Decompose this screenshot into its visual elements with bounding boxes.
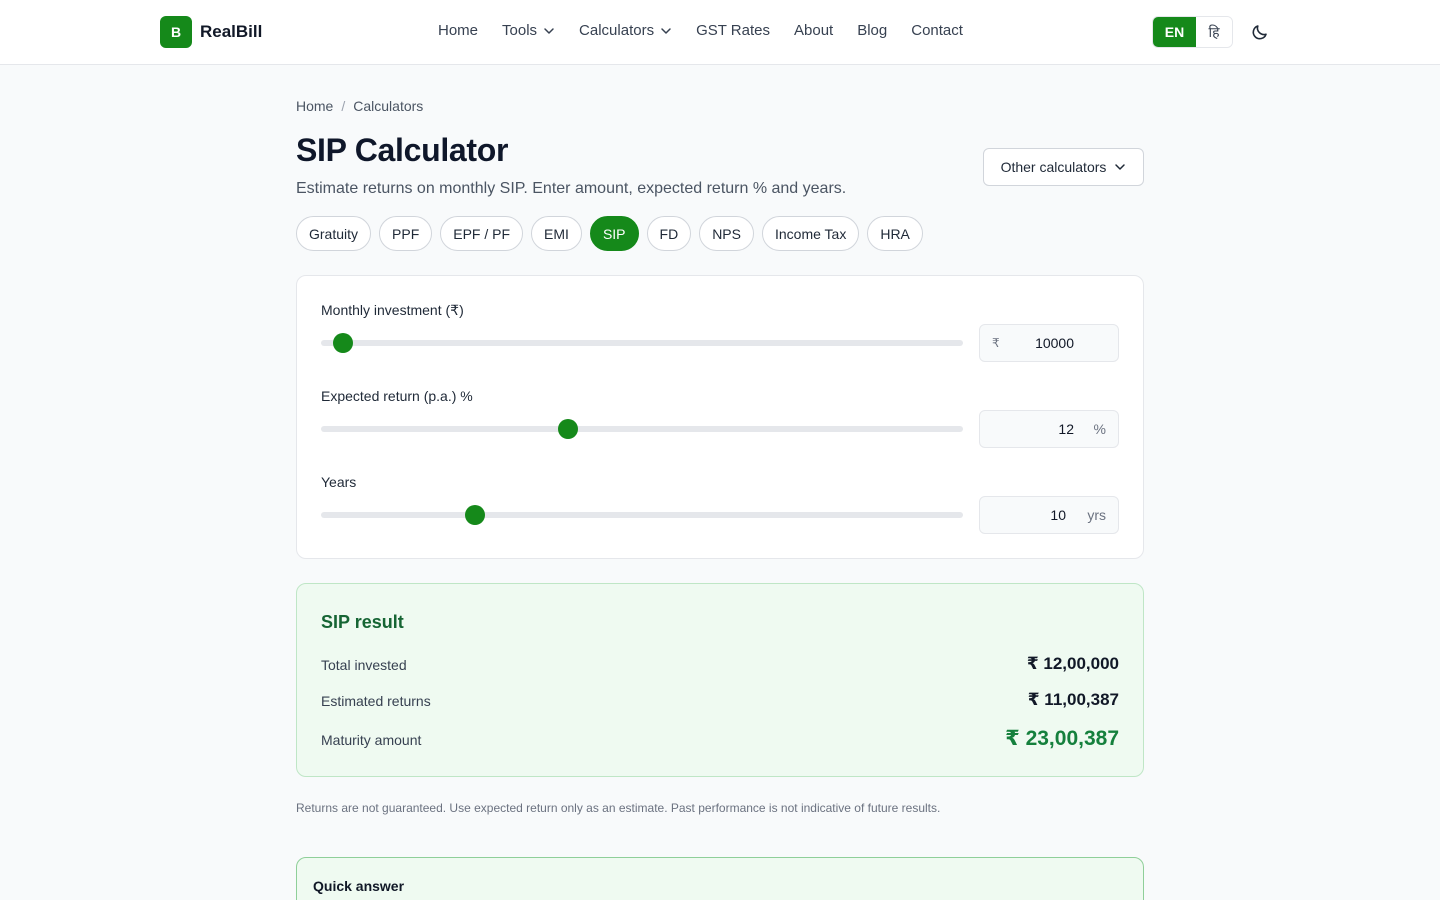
tab-gratuity[interactable]: Gratuity bbox=[296, 216, 372, 251]
logo-text: RealBill bbox=[200, 22, 263, 41]
nav-calculators[interactable]: Calculators bbox=[579, 22, 672, 39]
rupee-prefix: ₹ bbox=[992, 336, 1000, 350]
expected-return-value: 12 bbox=[1058, 421, 1074, 437]
total-invested-label: Total invested bbox=[321, 657, 407, 673]
expected-return-slider-thumb[interactable] bbox=[557, 419, 578, 439]
total-invested-value: ₹ 12,00,000 bbox=[1026, 654, 1119, 673]
nav-gst-rates-label: GST Rates bbox=[696, 22, 770, 39]
disclaimer: Returns are not guaranteed. Use expected… bbox=[296, 801, 941, 815]
nav-contact[interactable]: Contact bbox=[911, 22, 963, 39]
years-slider[interactable] bbox=[321, 505, 963, 525]
language-hi-button[interactable]: हि bbox=[1196, 17, 1232, 47]
tab-fd[interactable]: FD bbox=[646, 216, 692, 251]
sip-result-card: SIP result Total invested ₹ 12,00,000 Es… bbox=[296, 583, 1144, 777]
percent-suffix: % bbox=[1093, 421, 1106, 437]
other-calculators-dropdown[interactable]: Other calculators bbox=[983, 148, 1144, 186]
chevron-down-icon bbox=[661, 27, 671, 34]
nav-tools-label: Tools bbox=[502, 22, 538, 39]
years-suffix: yrs bbox=[1087, 507, 1106, 523]
maturity-amount-label: Maturity amount bbox=[321, 732, 422, 748]
years-value: 10 bbox=[1050, 507, 1066, 523]
estimated-returns-label: Estimated returns bbox=[321, 693, 431, 709]
breadcrumb-separator: / bbox=[341, 98, 346, 114]
breadcrumb-current[interactable]: Calculators bbox=[353, 98, 423, 114]
tab-nps[interactable]: NPS bbox=[699, 216, 754, 251]
monthly-investment-value: 10000 bbox=[1035, 335, 1074, 351]
breadcrumb: Home / Calculators bbox=[296, 98, 423, 114]
moon-icon bbox=[1252, 25, 1267, 40]
maturity-amount-value: ₹ 23,00,387 bbox=[1005, 727, 1119, 750]
nav-blog[interactable]: Blog bbox=[857, 22, 887, 39]
nav-tools[interactable]: Tools bbox=[502, 22, 555, 39]
other-calculators-label: Other calculators bbox=[1000, 159, 1107, 175]
language-toggle: EN हि bbox=[1152, 16, 1233, 48]
nav-home[interactable]: Home bbox=[438, 22, 478, 39]
monthly-investment-slider-thumb[interactable] bbox=[332, 333, 353, 353]
years-input[interactable]: 10 yrs bbox=[979, 496, 1119, 534]
site-header: B RealBill Home Tools Calculators GST Ra… bbox=[0, 0, 1440, 65]
logo[interactable]: B RealBill bbox=[160, 16, 262, 48]
chevron-down-icon bbox=[544, 27, 554, 34]
chevron-down-icon bbox=[1115, 164, 1126, 170]
nav-about[interactable]: About bbox=[794, 22, 833, 39]
quick-answer-card: Quick answer bbox=[296, 857, 1144, 900]
tab-ppf[interactable]: PPF bbox=[379, 216, 433, 251]
tab-sip[interactable]: SIP bbox=[589, 216, 639, 251]
language-en-button[interactable]: EN bbox=[1153, 17, 1196, 47]
calculator-tabs: Gratuity PPF EPF / PF EMI SIP FD NPS Inc… bbox=[296, 216, 923, 251]
monthly-investment-input[interactable]: ₹ 10000 bbox=[979, 324, 1119, 362]
page-subtitle: Estimate returns on monthly SIP. Enter a… bbox=[296, 180, 847, 197]
nav-contact-label: Contact bbox=[911, 22, 963, 39]
theme-toggle-button[interactable] bbox=[1246, 18, 1274, 46]
nav-blog-label: Blog bbox=[857, 22, 888, 39]
result-title: SIP result bbox=[321, 612, 404, 632]
expected-return-label: Expected return (p.a.) % bbox=[321, 388, 473, 404]
page-title: SIP Calculator bbox=[296, 132, 509, 168]
main-nav: Home Tools Calculators GST Rates About B… bbox=[438, 22, 963, 39]
monthly-investment-slider[interactable] bbox=[321, 333, 963, 353]
sip-inputs-card: Monthly investment (₹) ₹ 10000 Expected … bbox=[296, 275, 1144, 559]
years-label: Years bbox=[321, 474, 357, 490]
expected-return-slider[interactable] bbox=[321, 419, 963, 439]
tab-emi[interactable]: EMI bbox=[531, 216, 582, 251]
quick-answer-title: Quick answer bbox=[313, 878, 405, 894]
nav-home-label: Home bbox=[438, 22, 479, 39]
nav-gst-rates[interactable]: GST Rates bbox=[696, 22, 770, 39]
logo-mark: B bbox=[160, 16, 192, 48]
tab-epf-pf[interactable]: EPF / PF bbox=[440, 216, 524, 251]
years-slider-thumb[interactable] bbox=[465, 505, 486, 525]
monthly-investment-label: Monthly investment (₹) bbox=[321, 302, 464, 318]
expected-return-input[interactable]: 12 % bbox=[979, 410, 1119, 448]
nav-calculators-label: Calculators bbox=[579, 22, 655, 39]
breadcrumb-home[interactable]: Home bbox=[296, 98, 333, 114]
tab-hra[interactable]: HRA bbox=[867, 216, 923, 251]
tab-income-tax[interactable]: Income Tax bbox=[761, 216, 860, 251]
estimated-returns-value: ₹ 11,00,387 bbox=[1027, 690, 1119, 709]
nav-about-label: About bbox=[794, 22, 834, 39]
